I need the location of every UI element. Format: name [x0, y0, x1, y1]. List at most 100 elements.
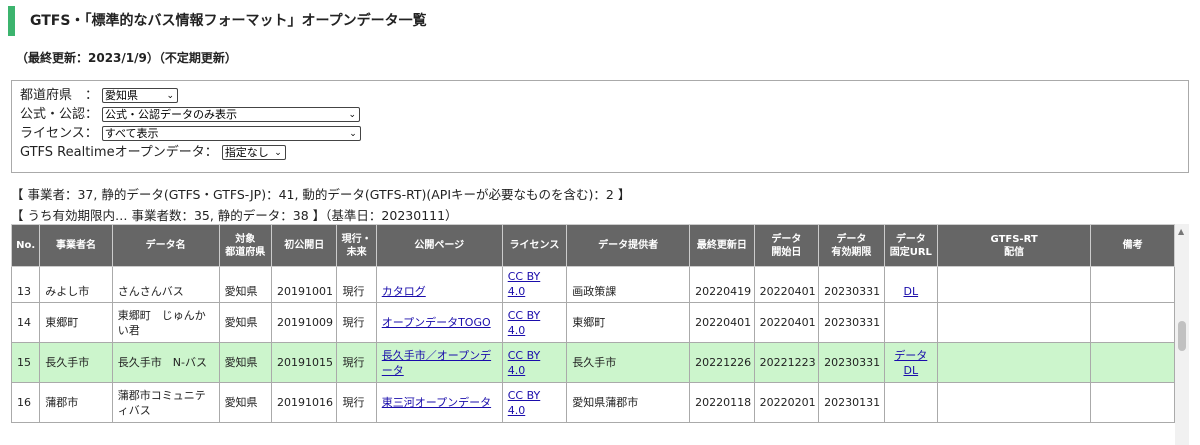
col-header-operator[interactable]: 事業者名	[39, 224, 113, 267]
cell-first-published: 20191015	[270, 342, 338, 383]
cell-no: 16	[11, 382, 41, 423]
col-header-status[interactable]: 現行・ 未来	[336, 224, 377, 267]
col-header-gtfs-rt[interactable]: GTFS-RT 配信	[937, 224, 1092, 267]
filter-official-row: 公式・公認： 公式・公認データのみ表示 ⌄	[20, 105, 1180, 124]
col-header-label: データ名	[145, 240, 186, 251]
stats-valid-summary: 【 うち有効期限内… 事業者数：35, 静的データ：38 】（基準日：20230…	[11, 208, 458, 223]
realtime-select[interactable]: 指定なし	[221, 145, 286, 160]
cell-note	[1090, 382, 1175, 423]
page-link[interactable]: 東三河オープンデータ	[382, 396, 491, 409]
col-header-label: 事業者名	[55, 240, 96, 251]
cell-provider: 愛知県蒲郡市	[566, 382, 691, 423]
cell-status: 現行	[336, 302, 377, 343]
cell-operator: 東郷町	[39, 302, 113, 343]
cell-status: 現行	[336, 382, 377, 423]
cell-status: 現行	[336, 266, 377, 303]
cell-provider: 画政策課	[566, 266, 691, 303]
page-link[interactable]: 長久手市／オープンデータ	[382, 349, 491, 377]
cell-last-updated: 20220419	[689, 266, 755, 303]
cell-first-published: 20191009	[270, 302, 338, 343]
cell-license: CC BY 4.0	[501, 302, 568, 343]
table-row: 13 みよし市 さんさんバス 愛知県 20191001 現行 カタログ CC B…	[11, 266, 1175, 303]
col-header-start[interactable]: データ 開始日	[753, 224, 820, 267]
cell-prefecture: 愛知県	[218, 266, 272, 303]
filter-panel: 都道府県 ： 愛知県 ⌄ 公式・公認： 公式・公認データのみ表示 ⌄ ライセンス…	[11, 80, 1189, 173]
cell-fixed-url	[883, 302, 939, 343]
col-header-no[interactable]: No.	[11, 224, 41, 267]
col-header-label: 最終更新日	[696, 240, 747, 251]
cell-page: 長久手市／オープンデータ	[375, 342, 503, 383]
col-header-page[interactable]: 公開ページ	[375, 224, 503, 267]
filter-prefecture-label: 都道府県 ：	[20, 88, 99, 103]
col-header-label: 備考	[1122, 240, 1143, 251]
cell-license: CC BY 4.0	[501, 382, 568, 423]
col-header-note[interactable]: 備考	[1090, 224, 1175, 267]
table-row: 14 東郷町 東郷町 じゅんかい君 愛知県 20191009 現行 オープンデー…	[11, 302, 1175, 343]
table-row: 15 長久手市 長久手市 N-バス 愛知県 20191015 現行 長久手市／オ…	[11, 342, 1175, 383]
scrollbar-thumb[interactable]	[1178, 321, 1186, 351]
filter-realtime-row: GTFS Realtimeオープンデータ： 指定なし ⌄	[20, 143, 1180, 162]
license-select[interactable]: すべて表示	[101, 126, 361, 141]
license-link[interactable]: CC BY 4.0	[508, 389, 541, 417]
table-scrollbar[interactable]: ▲	[1175, 224, 1189, 445]
cell-expire: 20230131	[818, 382, 885, 423]
data-dl-link[interactable]: データDL	[894, 349, 927, 377]
cell-fixed-url	[883, 382, 939, 423]
cell-operator: 蒲郡市	[39, 382, 113, 423]
table-row: 16 蒲郡市 蒲郡市コミュニティバス 愛知県 20191016 現行 東三河オー…	[11, 382, 1175, 423]
cell-provider: 東郷町	[566, 302, 691, 343]
cell-expire: 20230331	[818, 266, 885, 303]
filter-official-label: 公式・公認：	[20, 107, 99, 122]
scroll-up-arrow-icon[interactable]: ▲	[1178, 227, 1184, 236]
page-link[interactable]: オープンデータTOGO	[382, 316, 491, 329]
filter-license-label: ライセンス：	[20, 126, 98, 141]
cell-no: 13	[11, 266, 41, 303]
cell-gtfs-rt	[937, 266, 1092, 303]
filter-prefecture-row: 都道府県 ： 愛知県 ⌄	[20, 86, 1180, 105]
cell-data-name: 長久手市 N-バス	[111, 342, 220, 383]
cell-status: 現行	[336, 342, 377, 383]
prefecture-select[interactable]: 愛知県	[102, 88, 179, 103]
col-header-prefecture[interactable]: 対象 都道府県	[218, 224, 272, 267]
data-dl-link[interactable]: DL	[904, 285, 919, 298]
col-header-expire[interactable]: データ 有効期限	[818, 224, 885, 267]
cell-data-name: 蒲郡市コミュニティバス	[111, 382, 220, 423]
page-link[interactable]: カタログ	[382, 285, 426, 298]
cell-operator: 長久手市	[39, 342, 113, 383]
cell-start: 20220201	[753, 382, 820, 423]
col-header-label: ライセンス	[509, 240, 560, 251]
col-header-label: No.	[16, 240, 36, 251]
cell-page: オープンデータTOGO	[375, 302, 503, 343]
cell-data-name: さんさんバス	[111, 266, 220, 303]
stats-summary: 【 事業者：37, 静的データ(GTFS・GTFS-JP)：41, 動的データ(…	[11, 187, 631, 202]
data-table: No. 事業者名 データ名 対象 都道府県 初公開日 現行・ 未来 公開ページ ライ…	[11, 224, 1175, 423]
cell-expire: 20230331	[818, 302, 885, 343]
col-header-license[interactable]: ライセンス	[501, 224, 568, 267]
cell-provider: 長久手市	[566, 342, 691, 383]
license-link[interactable]: CC BY 4.0	[508, 270, 541, 298]
col-header-last-updated[interactable]: 最終更新日	[689, 224, 755, 267]
cell-gtfs-rt	[937, 382, 1092, 423]
official-select[interactable]: 公式・公認データのみ表示	[102, 107, 361, 122]
cell-license: CC BY 4.0	[501, 266, 568, 303]
cell-prefecture: 愛知県	[218, 302, 272, 343]
cell-first-published: 20191016	[270, 382, 338, 423]
cell-note	[1090, 342, 1175, 383]
license-link[interactable]: CC BY 4.0	[508, 349, 541, 377]
cell-no: 15	[11, 342, 41, 383]
cell-gtfs-rt	[937, 342, 1092, 383]
col-header-data-name[interactable]: データ名	[111, 224, 220, 267]
col-header-label: 初公開日	[284, 240, 325, 251]
cell-no: 14	[11, 302, 41, 343]
cell-page: カタログ	[375, 266, 503, 303]
col-header-label: 公開ページ	[414, 240, 465, 251]
col-header-provider[interactable]: データ提供者	[566, 224, 691, 267]
cell-first-published: 20191001	[270, 266, 338, 303]
cell-prefecture: 愛知県	[218, 382, 272, 423]
license-link[interactable]: CC BY 4.0	[508, 309, 541, 337]
col-header-fixed-url[interactable]: データ 固定URL	[883, 224, 939, 267]
col-header-first-published[interactable]: 初公開日	[270, 224, 338, 267]
cell-last-updated: 20220401	[689, 302, 755, 343]
cell-last-updated: 20220118	[689, 382, 755, 423]
cell-note	[1090, 266, 1175, 303]
